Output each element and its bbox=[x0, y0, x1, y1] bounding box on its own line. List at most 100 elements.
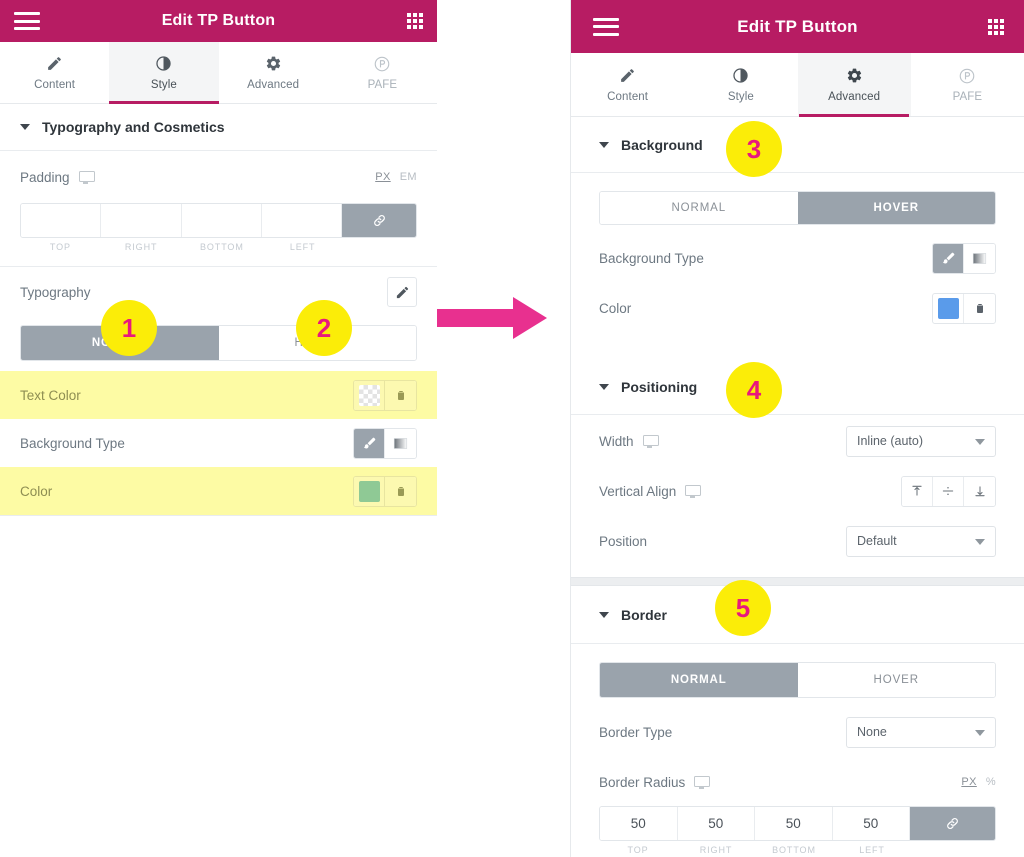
background-type-row: Background Type bbox=[0, 419, 437, 467]
color-swatch-button[interactable] bbox=[354, 476, 385, 506]
position-select-value: Default bbox=[857, 534, 897, 548]
bg-color-swatch-button[interactable] bbox=[933, 293, 964, 323]
unit-percent[interactable]: % bbox=[986, 776, 996, 788]
apps-grid-icon[interactable] bbox=[407, 13, 423, 29]
gradient-icon bbox=[393, 437, 408, 449]
tab-content[interactable]: Content bbox=[571, 53, 685, 116]
tab-advanced-label: Advanced bbox=[247, 78, 300, 91]
tab-advanced[interactable]: Advanced bbox=[218, 42, 328, 103]
section-background[interactable]: Background bbox=[571, 117, 1024, 173]
bg-background-type-segmented bbox=[932, 242, 996, 274]
align-middle-button[interactable] bbox=[933, 476, 964, 506]
bg-background-type-gradient-button[interactable] bbox=[964, 243, 995, 273]
text-color-label: Text Color bbox=[20, 387, 81, 403]
text-color-swatch-button[interactable] bbox=[354, 380, 385, 410]
screenshot-stage: Edit TP Button Content Style Advanced PA… bbox=[0, 0, 1024, 857]
background-type-gradient-button[interactable] bbox=[385, 428, 416, 458]
color-reset-button[interactable] bbox=[385, 476, 416, 506]
border-type-label: Border Type bbox=[599, 724, 673, 740]
responsive-monitor-icon[interactable] bbox=[78, 170, 95, 184]
border-state-toggle: NORMAL HOVER bbox=[599, 662, 996, 698]
border-state-hover[interactable]: HOVER bbox=[797, 663, 995, 697]
padding-bottom-cell bbox=[181, 204, 262, 237]
bg-color-reset-button[interactable] bbox=[964, 294, 995, 323]
border-radius-units: PX % bbox=[961, 776, 996, 788]
section-border[interactable]: Border bbox=[571, 586, 1024, 644]
bg-background-type-classic-button[interactable] bbox=[933, 243, 964, 273]
classic-brush-icon bbox=[363, 437, 375, 448]
padding-label-wrap: Padding bbox=[20, 170, 95, 185]
position-select[interactable]: Default bbox=[846, 525, 996, 557]
align-bottom-icon bbox=[974, 486, 985, 497]
pafe-circle-p-icon bbox=[958, 67, 976, 85]
width-select[interactable]: Inline (auto) bbox=[846, 425, 996, 457]
responsive-monitor-icon[interactable] bbox=[685, 484, 702, 498]
border-radius-right-input[interactable] bbox=[677, 807, 754, 840]
align-bottom-button[interactable] bbox=[964, 476, 995, 506]
section-separator-band bbox=[571, 577, 1024, 586]
padding-right-input[interactable] bbox=[101, 204, 181, 237]
tab-pafe[interactable]: PAFE bbox=[910, 53, 1024, 116]
bg-color-label: Color bbox=[599, 300, 632, 316]
unit-px[interactable]: PX bbox=[375, 171, 390, 183]
tab-style[interactable]: Style bbox=[684, 53, 798, 116]
typography-label: Typography bbox=[20, 284, 91, 300]
typography-edit-button[interactable] bbox=[387, 277, 417, 307]
border-radius-bottom-input[interactable] bbox=[755, 807, 832, 840]
border-radius-label: Border Radius bbox=[599, 774, 686, 790]
background-state-hover[interactable]: HOVER bbox=[797, 192, 995, 224]
spacer-before-band bbox=[571, 567, 1024, 577]
apps-grid-icon[interactable] bbox=[988, 18, 1004, 35]
reset-icon bbox=[976, 304, 983, 313]
position-row: Position Default bbox=[571, 515, 1024, 567]
background-type-classic-button[interactable] bbox=[354, 428, 385, 458]
gear-icon bbox=[265, 55, 282, 73]
width-label: Width bbox=[599, 433, 634, 449]
padding-bottom-input[interactable] bbox=[181, 204, 261, 237]
text-color-reset-button[interactable] bbox=[385, 380, 416, 410]
tab-content[interactable]: Content bbox=[0, 42, 110, 103]
pencil-icon bbox=[46, 55, 63, 73]
text-color-control bbox=[353, 379, 417, 411]
border-type-select[interactable]: None bbox=[846, 716, 996, 748]
border-radius-right-cell bbox=[677, 807, 755, 840]
text-color-row: Text Color bbox=[0, 371, 437, 419]
typography-state-toggle: NORMAL HOVER bbox=[20, 325, 417, 361]
classic-brush-icon bbox=[942, 252, 954, 263]
border-state-normal[interactable]: NORMAL bbox=[600, 663, 798, 697]
bg-color-control bbox=[932, 292, 996, 324]
border-radius-caption-bottom: BOTTOM bbox=[772, 845, 816, 855]
align-top-button[interactable] bbox=[902, 476, 933, 506]
tab-advanced-label: Advanced bbox=[828, 90, 881, 103]
tab-pafe[interactable]: PAFE bbox=[327, 42, 437, 103]
padding-dimension-control bbox=[20, 203, 417, 238]
hamburger-icon[interactable] bbox=[14, 12, 40, 30]
unit-px[interactable]: PX bbox=[961, 776, 976, 788]
section-typography-and-cosmetics[interactable]: Typography and Cosmetics bbox=[0, 104, 437, 151]
width-label-wrap: Width bbox=[599, 433, 659, 449]
background-type-segmented bbox=[353, 427, 417, 459]
padding-top-input[interactable] bbox=[21, 204, 101, 237]
padding-link-values-button[interactable] bbox=[342, 204, 416, 237]
background-state-normal[interactable]: NORMAL bbox=[600, 192, 798, 224]
responsive-monitor-icon[interactable] bbox=[694, 775, 711, 789]
pencil-edit-icon bbox=[396, 286, 408, 298]
vertical-align-label-wrap: Vertical Align bbox=[599, 484, 702, 499]
border-radius-left-input[interactable] bbox=[832, 807, 909, 840]
padding-caption-left: LEFT bbox=[289, 242, 316, 252]
background-state-toggle: NORMAL HOVER bbox=[599, 191, 996, 225]
border-radius-label-wrap: Border Radius bbox=[599, 774, 711, 790]
border-radius-top-input[interactable] bbox=[600, 807, 677, 840]
tab-advanced[interactable]: Advanced bbox=[797, 53, 911, 116]
bg-color-swatch bbox=[937, 297, 959, 319]
gradient-icon bbox=[972, 252, 987, 264]
padding-left-input[interactable] bbox=[261, 204, 341, 237]
section-positioning[interactable]: Positioning bbox=[571, 359, 1024, 415]
callout-badge-4: 4 bbox=[726, 362, 782, 418]
tab-style[interactable]: Style bbox=[109, 42, 219, 103]
hamburger-icon[interactable] bbox=[593, 17, 619, 36]
responsive-monitor-icon[interactable] bbox=[642, 434, 659, 448]
right-tab-strip: Content Style Advanced PAFE bbox=[571, 53, 1024, 117]
unit-em[interactable]: EM bbox=[400, 171, 417, 183]
border-radius-link-values-button[interactable] bbox=[910, 807, 995, 840]
